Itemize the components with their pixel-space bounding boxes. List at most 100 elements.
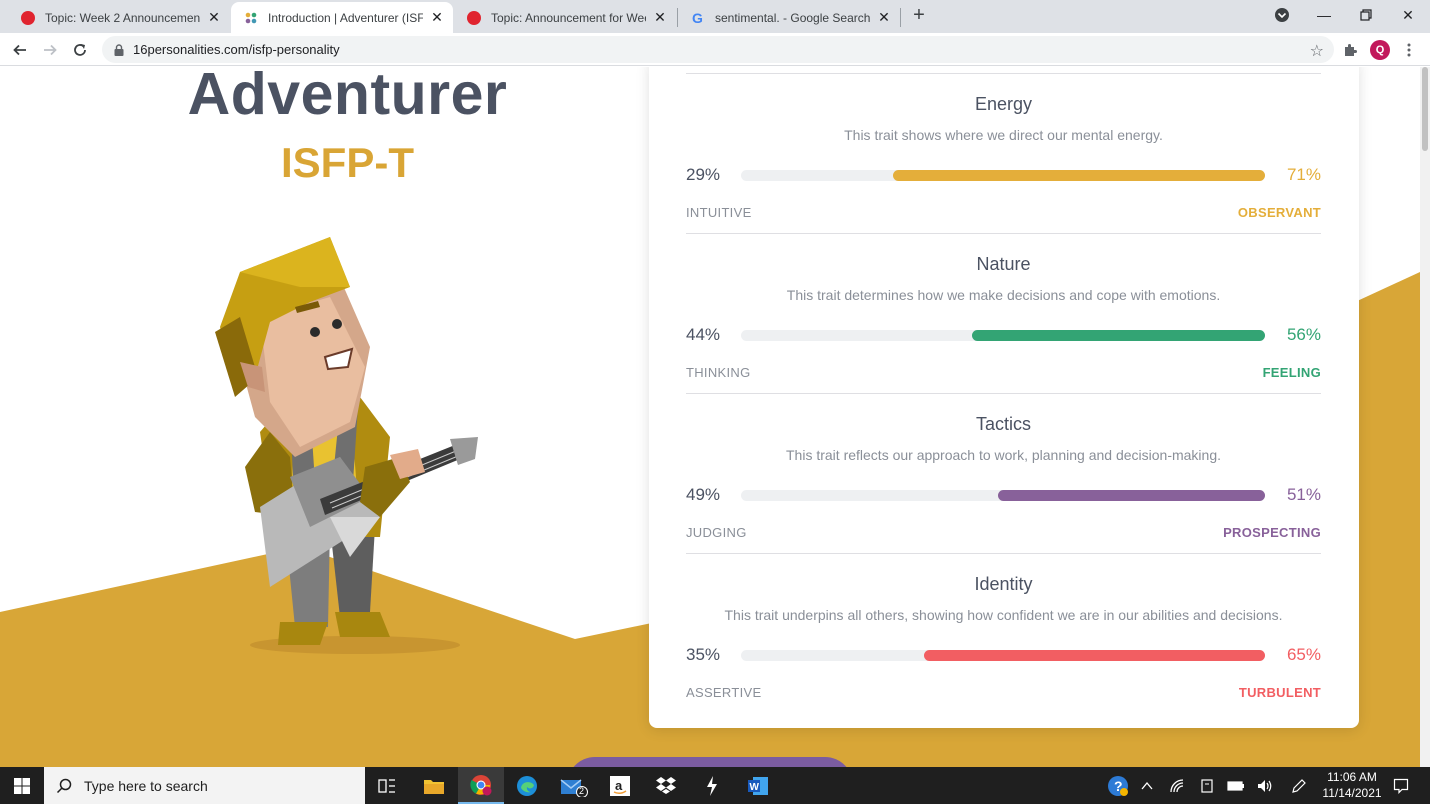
- notifications-button[interactable]: [1390, 767, 1412, 804]
- trait-left-percent: 44%: [686, 325, 721, 344]
- battery-tray-button[interactable]: [1225, 767, 1247, 804]
- close-icon[interactable]: ✕: [652, 9, 668, 26]
- page-viewport: Adventurer ISFP-T Energy This trait show…: [0, 67, 1430, 767]
- trait-right-percent: 71%: [1286, 165, 1321, 184]
- lightning-icon: [707, 775, 717, 796]
- task-view-button[interactable]: [364, 767, 410, 804]
- close-icon[interactable]: ✕: [206, 9, 222, 26]
- tab-google-search[interactable]: G sentimental. - Google Search ✕: [678, 2, 900, 33]
- trait-bar[interactable]: [741, 490, 1265, 501]
- volume-tray-button[interactable]: [1254, 767, 1276, 804]
- speaker-icon: [1258, 779, 1272, 792]
- reload-button[interactable]: [68, 38, 92, 62]
- tab-week2-announcement[interactable]: Topic: Week 2 Announcement ✕: [8, 2, 230, 33]
- tab-title: Topic: Week 2 Announcement: [45, 10, 200, 25]
- trait-tactics: Tactics This trait reflects our approach…: [686, 393, 1321, 553]
- forward-button[interactable]: [38, 38, 62, 62]
- new-tab-button[interactable]: +: [909, 5, 929, 25]
- start-button[interactable]: [0, 767, 44, 804]
- profile-button[interactable]: Q: [1368, 38, 1392, 62]
- trait-name: Nature: [976, 254, 1031, 274]
- svg-text:G: G: [692, 10, 703, 26]
- tab-search-button[interactable]: [1260, 0, 1304, 30]
- reload-icon: [74, 44, 86, 56]
- page-title: Adventurer: [187, 67, 508, 127]
- show-hidden-icons-button[interactable]: [1137, 767, 1157, 804]
- clock-time: 11:06 AM: [1327, 770, 1377, 784]
- windows-logo-icon: [14, 777, 30, 794]
- avatar: Q: [1370, 40, 1390, 60]
- chevron-up-icon: [1141, 781, 1153, 789]
- trait-bar-fill: [997, 490, 1265, 501]
- close-window-button[interactable]: ✕: [1386, 0, 1430, 30]
- traits-card: Energy This trait shows where we direct …: [649, 67, 1359, 728]
- trait-left-label: INTUITIVE: [686, 205, 752, 220]
- bookmark-star-icon[interactable]: ☆: [1310, 41, 1324, 61]
- trait-description: This trait determines how we make decisi…: [786, 287, 1221, 303]
- adventurer-character-illustration: [215, 237, 478, 654]
- chrome-icon: [470, 774, 492, 795]
- trait-bar[interactable]: [741, 330, 1265, 341]
- battery-icon: [1227, 780, 1244, 791]
- trait-left-label: ASSERTIVE: [686, 685, 762, 700]
- taskbar-clock[interactable]: 11:06 AM 11/14/2021: [1312, 769, 1392, 801]
- brightspace-favicon-icon: [20, 10, 36, 26]
- tab-separator: [900, 8, 901, 27]
- taskbar-search-box[interactable]: Type here to search: [44, 767, 365, 804]
- network-tray-button[interactable]: [1166, 767, 1188, 804]
- browser-menu-button[interactable]: [1397, 38, 1421, 62]
- extensions-button[interactable]: [1338, 38, 1362, 62]
- call-to-action-button[interactable]: [567, 757, 853, 767]
- trait-right-percent: 56%: [1286, 325, 1321, 344]
- trait-right-percent: 51%: [1286, 485, 1321, 504]
- chevron-down-icon: [1275, 8, 1289, 22]
- page-scrollbar[interactable]: [1420, 67, 1430, 767]
- tab-adventurer-personality[interactable]: Introduction | Adventurer (ISFP) Persona…: [231, 2, 453, 33]
- svg-text:W: W: [750, 782, 760, 793]
- edge-taskbar-button[interactable]: [504, 767, 550, 804]
- word-icon: W: [748, 776, 768, 795]
- dropbox-taskbar-button[interactable]: [643, 767, 689, 804]
- trait-right-label: OBSERVANT: [1237, 205, 1321, 220]
- mail-icon: [560, 778, 588, 797]
- help-tray-button[interactable]: ?: [1105, 767, 1131, 804]
- back-button[interactable]: [8, 38, 32, 62]
- minimize-button[interactable]: —: [1302, 0, 1346, 30]
- close-icon[interactable]: ✕: [429, 9, 445, 26]
- tab-week5-announcement[interactable]: Topic: Announcement for Week 5 ✕: [454, 2, 676, 33]
- device-tray-button[interactable]: [1196, 767, 1218, 804]
- pen-icon: [1292, 778, 1306, 793]
- tab-strip: Topic: Week 2 Announcement ✕ Introductio…: [0, 0, 1430, 33]
- trait-bar[interactable]: [741, 170, 1265, 181]
- trait-bar-fill: [892, 170, 1265, 181]
- amazon-taskbar-button[interactable]: a: [597, 767, 643, 804]
- arrow-left-icon: [13, 44, 26, 56]
- windows-taskbar: Type here to search 2 a W ? 11:06 AM 11/…: [0, 767, 1430, 804]
- scrollbar-thumb[interactable]: [1422, 67, 1428, 151]
- chrome-taskbar-button[interactable]: [458, 767, 504, 804]
- close-icon[interactable]: ✕: [876, 9, 892, 26]
- app-taskbar-button[interactable]: [689, 767, 735, 804]
- svg-text:a: a: [615, 778, 623, 793]
- trait-name: Identity: [974, 574, 1033, 594]
- trait-description: This trait underpins all others, showing…: [724, 607, 1283, 623]
- personality-type-code: ISFP-T: [281, 139, 414, 186]
- trait-left-percent: 29%: [686, 165, 721, 184]
- trait-name: Energy: [974, 94, 1033, 114]
- trait-identity: Identity This trait underpins all others…: [686, 553, 1321, 713]
- file-explorer-button[interactable]: [411, 767, 457, 804]
- tab-title: Topic: Announcement for Week 5: [491, 10, 646, 25]
- trait-left-percent: 49%: [686, 485, 721, 504]
- trait-bar-fill: [924, 650, 1265, 661]
- kebab-menu-icon: [1407, 43, 1411, 57]
- mail-taskbar-button[interactable]: 2: [551, 767, 597, 804]
- tab-title: sentimental. - Google Search: [715, 10, 870, 25]
- word-taskbar-button[interactable]: W: [735, 767, 781, 804]
- pen-tray-button[interactable]: [1288, 767, 1310, 804]
- wifi-icon: [1170, 778, 1184, 792]
- trait-bar-fill: [971, 330, 1265, 341]
- address-bar[interactable]: 16personalities.com/isfp-personality ☆: [102, 36, 1334, 63]
- maximize-button[interactable]: [1344, 0, 1388, 30]
- trait-bar[interactable]: [741, 650, 1265, 661]
- dropbox-icon: [656, 776, 676, 794]
